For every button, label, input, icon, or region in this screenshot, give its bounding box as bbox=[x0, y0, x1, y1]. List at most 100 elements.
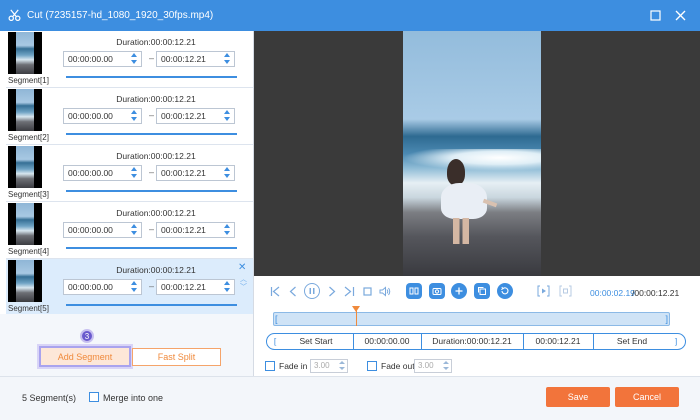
stop-icon[interactable] bbox=[359, 283, 375, 299]
end-handle[interactable]: ] bbox=[665, 313, 668, 325]
spinner-icon[interactable] bbox=[443, 361, 449, 371]
spinner-icon[interactable] bbox=[131, 167, 138, 179]
video-preview bbox=[254, 31, 700, 276]
segment-range-bar bbox=[66, 133, 237, 135]
segment-duration: Duration:00:00:12.21 bbox=[116, 265, 196, 275]
segment-label: Segment[2] bbox=[8, 133, 49, 142]
segment-end-field[interactable]: 00:00:12.21 bbox=[156, 222, 235, 238]
segment-start-field[interactable]: 00:00:00.00 bbox=[63, 165, 142, 181]
split-icon[interactable] bbox=[406, 283, 422, 299]
add-segment-button[interactable]: Add Segment bbox=[39, 346, 131, 367]
fade-out-input[interactable]: 3.00 bbox=[414, 359, 452, 373]
skip-to-end-icon[interactable] bbox=[341, 283, 357, 299]
current-time: 00:00:02.19 bbox=[590, 288, 635, 298]
fullscreen-icon[interactable] bbox=[557, 283, 573, 299]
range-separator: – bbox=[149, 281, 155, 291]
segment-thumbnail bbox=[8, 89, 42, 131]
spinner-icon[interactable] bbox=[224, 281, 231, 293]
segment-start-field[interactable]: 00:00:00.00 bbox=[63, 108, 142, 124]
footer-bar: 5 Segment(s) Merge into one Save Cancel bbox=[0, 376, 700, 420]
cancel-button[interactable]: Cancel bbox=[615, 387, 679, 407]
segment-end-field[interactable]: 00:00:12.21 bbox=[156, 279, 235, 295]
segment-label: Segment[5] bbox=[8, 304, 49, 313]
copy-icon[interactable] bbox=[474, 283, 490, 299]
spinner-icon[interactable] bbox=[224, 53, 231, 65]
fade-in-checkbox[interactable] bbox=[265, 361, 275, 371]
range-separator: – bbox=[149, 53, 155, 63]
spinner-icon[interactable] bbox=[131, 281, 138, 293]
video-frame bbox=[403, 31, 541, 276]
player-controls: 00:00:02.19 /00:00:12.21 [ ] [ Set Start… bbox=[254, 276, 700, 376]
merge-checkbox[interactable] bbox=[89, 392, 99, 402]
edit-range-row: [ Set Start 00:00:00.00 Duration:00:00:1… bbox=[266, 333, 686, 350]
range-separator: – bbox=[149, 110, 155, 120]
reset-icon[interactable] bbox=[497, 283, 513, 299]
delete-segment-icon[interactable]: ✕ bbox=[238, 262, 246, 273]
playhead-marker[interactable] bbox=[352, 306, 361, 326]
segment-duration: Duration:00:00:12.21 bbox=[116, 208, 196, 218]
scissors-icon bbox=[7, 9, 21, 23]
fade-in-input[interactable]: 3.00 bbox=[310, 359, 348, 373]
spinner-icon[interactable] bbox=[224, 167, 231, 179]
move-down-icon[interactable]: ﹀ bbox=[240, 282, 247, 292]
segment-thumbnail bbox=[8, 203, 42, 245]
set-end-button[interactable]: Set End bbox=[593, 334, 671, 349]
start-bracket-icon: [ bbox=[273, 336, 277, 346]
segment-row-4[interactable]: Segment[4] Duration:00:00:12.21 00:00:00… bbox=[6, 202, 253, 259]
merge-label: Merge into one bbox=[103, 393, 164, 403]
fade-out-checkbox[interactable] bbox=[367, 361, 377, 371]
fast-split-button[interactable]: Fast Split bbox=[132, 348, 221, 366]
segment-range-bar bbox=[66, 76, 237, 78]
skip-to-start-icon[interactable] bbox=[267, 283, 283, 299]
snapshot-icon[interactable] bbox=[429, 283, 445, 299]
segment-count: 5 Segment(s) bbox=[22, 393, 77, 403]
segment-end-field[interactable]: 00:00:12.21 bbox=[156, 108, 235, 124]
spinner-icon[interactable] bbox=[339, 361, 345, 371]
close-icon[interactable] bbox=[673, 8, 687, 22]
set-start-button[interactable]: Set Start bbox=[279, 334, 353, 349]
start-time-field[interactable]: 00:00:00.00 bbox=[353, 334, 421, 349]
segment-duration: Duration:00:00:12.21 bbox=[116, 94, 196, 104]
segment-end-field[interactable]: 00:00:12.21 bbox=[156, 51, 235, 67]
pause-icon[interactable] bbox=[304, 283, 320, 299]
add-icon[interactable] bbox=[451, 283, 467, 299]
segment-thumbnail bbox=[8, 146, 42, 188]
title-bar: Cut (7235157-hd_1080_1920_30fps.mp4) bbox=[0, 0, 700, 31]
segment-range-bar bbox=[66, 304, 237, 306]
save-button[interactable]: Save bbox=[546, 387, 610, 407]
end-time-field[interactable]: 00:00:12.21 bbox=[523, 334, 593, 349]
segment-thumbnail bbox=[8, 32, 42, 74]
spinner-icon[interactable] bbox=[131, 224, 138, 236]
duration-field[interactable]: Duration:00:00:12.21 bbox=[421, 334, 523, 349]
window-title: Cut (7235157-hd_1080_1920_30fps.mp4) bbox=[27, 10, 214, 21]
segment-thumbnail bbox=[8, 260, 42, 302]
segment-end-field[interactable]: 00:00:12.21 bbox=[156, 165, 235, 181]
previous-frame-icon[interactable] bbox=[285, 283, 301, 299]
segment-row-5[interactable]: Segment[5] Duration:00:00:12.21 00:00:00… bbox=[6, 259, 253, 314]
loop-play-icon[interactable] bbox=[535, 283, 551, 299]
spinner-icon[interactable] bbox=[131, 53, 138, 65]
segment-row-2[interactable]: Segment[2] Duration:00:00:12.21 00:00:00… bbox=[6, 88, 253, 145]
segment-start-field[interactable]: 00:00:00.00 bbox=[63, 222, 142, 238]
volume-icon[interactable] bbox=[377, 283, 393, 299]
fade-in-label: Fade in bbox=[279, 361, 308, 371]
segment-start-field[interactable]: 00:00:00.00 bbox=[63, 279, 142, 295]
segment-label: Segment[4] bbox=[8, 247, 49, 256]
segment-duration: Duration:00:00:12.21 bbox=[116, 37, 196, 47]
maximize-icon[interactable] bbox=[648, 8, 662, 22]
segment-actions: 3 Add Segment Fast Split bbox=[0, 314, 253, 376]
end-bracket-icon: ] bbox=[674, 336, 678, 346]
segment-row-3[interactable]: Segment[3] Duration:00:00:12.21 00:00:00… bbox=[6, 145, 253, 202]
timeline-track[interactable]: [ ] bbox=[273, 312, 670, 326]
start-handle[interactable]: [ bbox=[275, 313, 278, 325]
segment-start-field[interactable]: 00:00:00.00 bbox=[63, 51, 142, 67]
segment-row-1[interactable]: Segment[1] Duration:00:00:12.21 00:00:00… bbox=[6, 31, 253, 88]
total-time: /00:00:12.21 bbox=[632, 288, 680, 298]
fade-row: Fade in 3.00 Fade out 3.00 bbox=[265, 359, 565, 374]
spinner-icon[interactable] bbox=[224, 224, 231, 236]
spinner-icon[interactable] bbox=[224, 110, 231, 122]
segment-list: Segment[1] Duration:00:00:12.21 00:00:00… bbox=[6, 31, 253, 314]
range-separator: – bbox=[149, 224, 155, 234]
next-frame-icon[interactable] bbox=[323, 283, 339, 299]
spinner-icon[interactable] bbox=[131, 110, 138, 122]
